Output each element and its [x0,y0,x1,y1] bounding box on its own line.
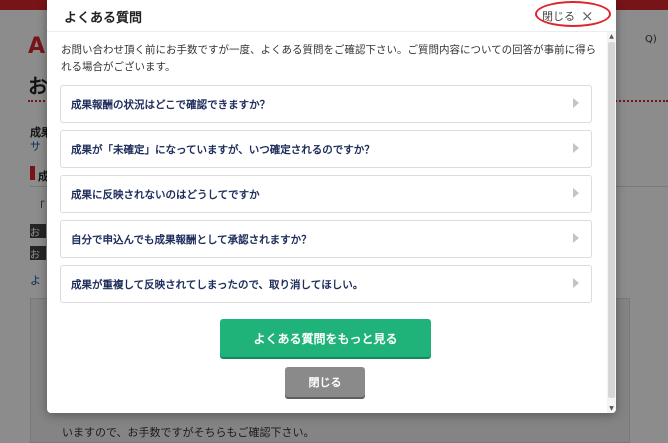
modal-intro-text: お問い合わせ頂く前にお手数ですが一度、よくある質問をご確認下さい。ご質問内容につ… [61,44,597,73]
chevron-right-icon [573,188,579,198]
close-icon[interactable]: × [581,8,594,24]
faq-list: 成果報酬の状況はどこで確認できますか？ 成果が「未確定」になっていますが、いつ確… [60,85,592,310]
faq-question: 成果に反映されないのはどうしてですか [71,189,260,201]
scroll-thumb[interactable] [608,42,615,398]
faq-modal: よくある質問 閉じる × お問い合わせ頂く前にお手数ですが一度、よくある質問をご… [47,0,616,413]
modal-scrollbar[interactable]: ▲ ▼ [607,32,616,413]
faq-item[interactable]: 成果に反映されないのはどうしてですか [60,175,592,213]
faq-item[interactable]: 成果が重複して反映されてしまったので、取り消してほしい。 [60,265,592,303]
faq-question: 成果が「未確定」になっていますが、いつ確定されるのですか？ [71,144,375,156]
faq-question: 成果報酬の状況はどこで確認できますか？ [71,99,271,111]
more-faq-button[interactable]: よくある質問をもっと見る [220,319,431,357]
chevron-right-icon [573,233,579,243]
chevron-right-icon [573,98,579,108]
close-link-label: 閉じる [542,10,575,23]
scroll-up-icon[interactable]: ▲ [607,32,616,41]
faq-item[interactable]: 成果が「未確定」になっていますが、いつ確定されるのですか？ [60,130,592,168]
faq-item[interactable]: 成果報酬の状況はどこで確認できますか？ [60,85,592,123]
faq-question: 成果が重複して反映されてしまったので、取り消してほしい。 [71,279,364,291]
chevron-right-icon [573,278,579,288]
faq-item[interactable]: 自分で申込んでも成果報酬として承認されますか？ [60,220,592,258]
scroll-down-icon[interactable]: ▼ [607,404,616,413]
chevron-right-icon [573,143,579,153]
close-link[interactable]: 閉じる × [542,6,594,26]
modal-header: よくある質問 閉じる × [47,0,616,32]
faq-question: 自分で申込んでも成果報酬として承認されますか？ [71,234,312,246]
close-button[interactable]: 閉じる [285,367,365,397]
modal-title: よくある質問 [64,11,143,26]
